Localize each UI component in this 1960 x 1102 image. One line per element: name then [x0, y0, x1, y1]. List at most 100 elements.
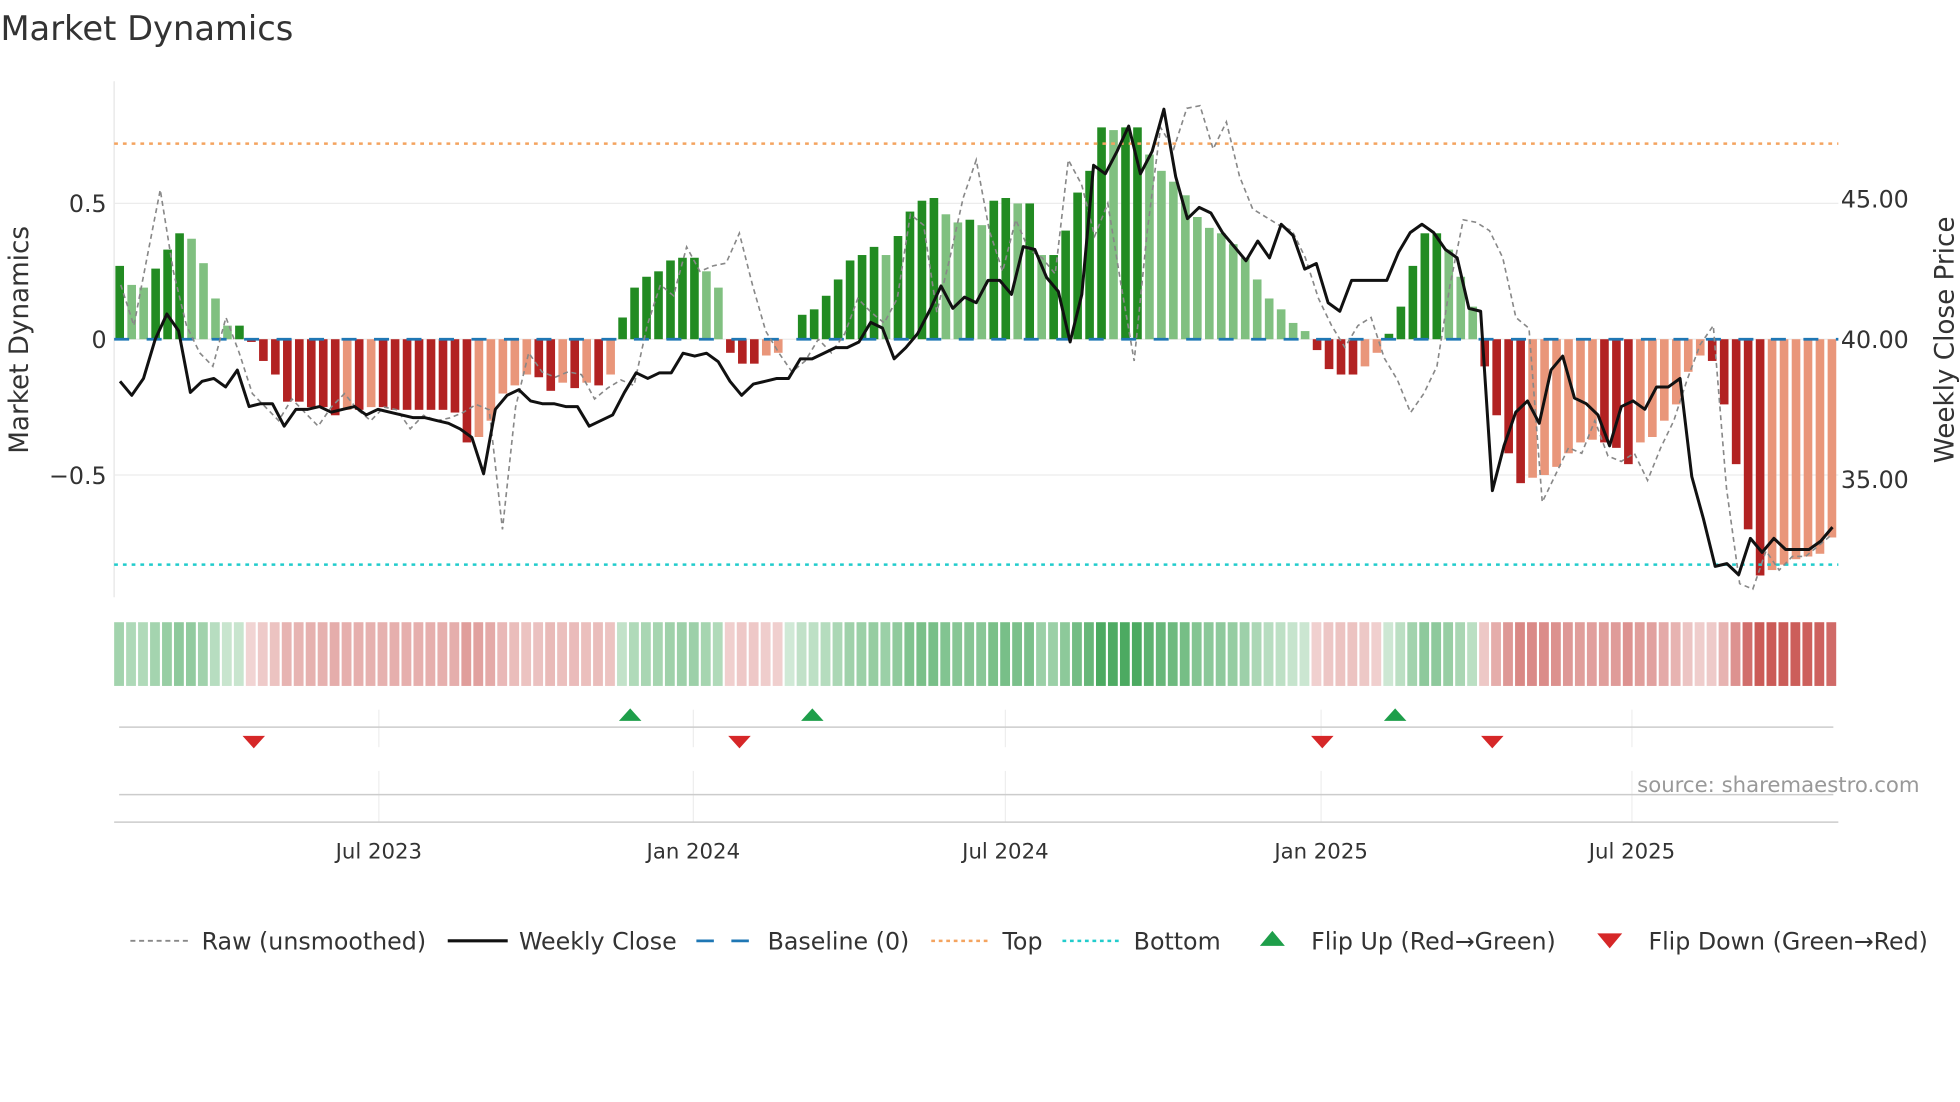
momentum-bar [259, 339, 268, 361]
regime-strip-cell [1024, 622, 1034, 686]
regime-strip-cell [1706, 622, 1717, 686]
regime-strip-cell [221, 622, 232, 686]
momentum-bar [127, 284, 136, 340]
regime-strip-cell [976, 622, 987, 686]
momentum-bar [1360, 339, 1370, 367]
regime-strip-cell [126, 622, 136, 686]
regime-strip-cell [964, 622, 975, 686]
left-axis-label: Market Dynamics [5, 226, 35, 454]
regime-strip-cell [1012, 622, 1022, 686]
momentum-bar [462, 339, 472, 443]
momentum-bar [1025, 203, 1035, 340]
momentum-bar [666, 260, 675, 340]
regime-strip-cell [389, 622, 400, 686]
flip-up-marker [618, 708, 642, 721]
momentum-bar [1731, 339, 1741, 465]
regime-strip-cell [1646, 622, 1657, 686]
momentum-bar [522, 339, 532, 375]
legend-label: Baseline (0) [768, 928, 910, 956]
momentum-bar [833, 279, 843, 340]
regime-strip-cell [856, 622, 867, 686]
regime-strip-cell [1287, 622, 1298, 686]
regime-strip-cell [1730, 622, 1741, 686]
momentum-bar [1432, 233, 1442, 340]
regime-strip-cell [605, 622, 615, 686]
momentum-bar [1576, 339, 1585, 443]
regime-strip-cell [353, 622, 364, 686]
regime-strip-cell [952, 622, 963, 686]
legend: Raw (unsmoothed) Weekly Close Baseline (0)… [130, 928, 1928, 956]
regime-strip-cell [868, 622, 879, 686]
momentum-bar [1408, 265, 1418, 340]
regime-strip-cell [988, 622, 999, 686]
raw-line [119, 104, 1833, 591]
momentum-bar [354, 339, 364, 410]
regime-strip-cell [1658, 622, 1669, 686]
regime-strip-cell [1155, 622, 1166, 686]
momentum-bar [1755, 339, 1765, 576]
regime-strip-cell [1084, 622, 1094, 686]
regime-strip-cell [581, 622, 591, 686]
regime-strip-cell [1383, 622, 1394, 686]
regime-strip-cell [497, 622, 508, 686]
regime-strip-cell [1610, 622, 1621, 686]
regime-strip-cell [1790, 622, 1801, 686]
regime-strip-cell [688, 622, 699, 686]
regime-strip-cell [257, 622, 268, 686]
momentum-bar [714, 287, 723, 340]
momentum-bar [1420, 233, 1430, 340]
regime-strip-cell [533, 622, 544, 686]
regime-strip-cell [1754, 622, 1765, 686]
momentum-bar [845, 260, 855, 340]
regime-strip-cell [449, 622, 460, 686]
regime-strip-cell [245, 622, 256, 686]
regime-strip-cell [1263, 622, 1274, 686]
momentum-bar [1636, 339, 1645, 443]
regime-strip-cell [114, 622, 124, 686]
momentum-bar [402, 339, 412, 410]
regime-strip-cell [1251, 622, 1262, 686]
momentum-bar [199, 263, 208, 340]
momentum-bar [1348, 339, 1358, 375]
regime-strip-cell [1371, 622, 1382, 686]
momentum-bar [474, 339, 484, 437]
momentum-bar [678, 257, 687, 340]
regime-strip-cell [557, 622, 567, 686]
regime-strip-cell [1167, 622, 1178, 686]
momentum-bar [881, 255, 891, 340]
momentum-bar [450, 339, 460, 413]
legend-label: Top [1001, 928, 1042, 956]
regime-strip-cell [1227, 622, 1238, 686]
momentum-bar [905, 211, 915, 340]
regime-strip-cell [1335, 622, 1346, 686]
regime-strip-cell [736, 622, 747, 686]
regime-strip-cell [1095, 622, 1106, 686]
momentum-bar [294, 339, 304, 402]
regime-strip-cell [209, 622, 220, 686]
left-tick-label: 0.5 [69, 190, 107, 218]
momentum-bar [965, 219, 975, 340]
regime-strip-cell [1215, 622, 1226, 686]
regime-strip-cell [1299, 622, 1310, 686]
momentum-bar [330, 339, 340, 416]
momentum-bar [797, 314, 807, 340]
regime-strip-cell [617, 622, 627, 686]
regime-strip-cell [1119, 622, 1130, 686]
momentum-bar [283, 339, 292, 402]
momentum-bar [318, 339, 328, 408]
x-tick-label: Jul 2024 [960, 839, 1048, 864]
regime-strip-cell [629, 622, 639, 686]
regime-strip-cell [796, 622, 807, 686]
momentum-bar [163, 249, 172, 340]
regime-strip-cell [1814, 622, 1825, 686]
momentum-bar [654, 271, 663, 340]
momentum-bar [1252, 279, 1262, 340]
regime-strip-cell [1826, 622, 1837, 686]
flip-up-marker [1383, 708, 1407, 721]
regime-strip-cell [425, 622, 436, 686]
momentum-bar [1001, 197, 1011, 340]
chart-title: Market Dynamics [0, 9, 293, 48]
regime-strip-cell [329, 622, 340, 686]
momentum-bar [1216, 233, 1226, 340]
regime-strip-cell [820, 622, 831, 686]
